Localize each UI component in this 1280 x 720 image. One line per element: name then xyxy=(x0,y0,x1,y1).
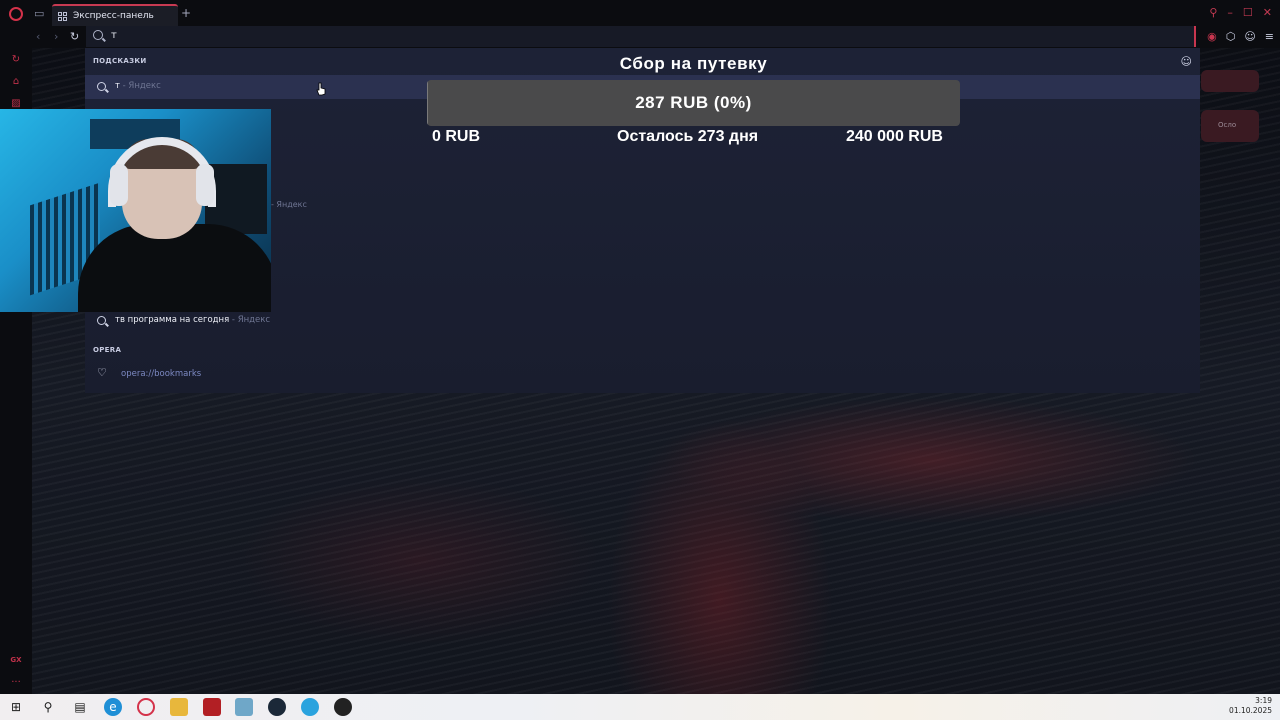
opera-logo-icon[interactable] xyxy=(9,7,23,21)
title-bar: ▭ Экспресс-панель + ⚲ – ☐ ✕ xyxy=(0,0,1280,28)
notepad-icon[interactable] xyxy=(235,698,253,716)
heart-icon: ♡ xyxy=(97,366,107,379)
hand-cursor-icon xyxy=(316,82,326,96)
opera-gx-icon[interactable] xyxy=(137,698,155,716)
address-input[interactable]: т xyxy=(111,30,117,41)
menu-icon[interactable]: ≡ xyxy=(1265,31,1274,43)
close-button[interactable]: ✕ xyxy=(1263,6,1272,20)
hidden-suggestion-source: - Яндекс xyxy=(271,200,307,209)
goal-max-amount: 240 000 RUB xyxy=(846,128,943,145)
toolbar-right: ◉ ⬡ ☺ ≡ xyxy=(1207,31,1274,43)
gx-label[interactable]: GX xyxy=(10,654,22,666)
webcam-headphone-cup xyxy=(196,164,214,206)
goal-min-amount: 0 RUB xyxy=(432,128,481,145)
window-controls: ⚲ – ☐ ✕ xyxy=(1209,6,1272,20)
speed-dial-tile[interactable] xyxy=(1201,70,1259,92)
clock-time: 3:19 xyxy=(1255,696,1272,705)
extensions-icon[interactable]: ⬡ xyxy=(1226,31,1236,43)
new-tab-button[interactable]: + xyxy=(181,7,191,19)
profile-icon[interactable]: ☺ xyxy=(1244,31,1255,43)
webcam-headphone-cup xyxy=(110,164,128,206)
tab-strip-icon[interactable]: ▭ xyxy=(34,8,46,20)
back-icon[interactable]: ‹ xyxy=(36,30,40,44)
search-icon[interactable]: ⚲ xyxy=(39,698,57,716)
goal-current-amount: 287 RUB (0%) xyxy=(635,93,752,112)
address-bar[interactable]: т xyxy=(86,26,1196,47)
tab-label: Экспресс-панель xyxy=(73,11,154,21)
search-icon xyxy=(93,30,103,40)
sidebar-more-icon[interactable]: ... xyxy=(10,674,22,686)
speed-dial-icon xyxy=(58,11,67,21)
maximize-button[interactable]: ☐ xyxy=(1243,6,1253,20)
reload-icon[interactable]: ↻ xyxy=(70,30,79,44)
minimize-button[interactable]: – xyxy=(1227,6,1233,20)
suggestion-source: - Яндекс xyxy=(119,81,161,91)
search-tabs-icon[interactable]: ⚲ xyxy=(1209,6,1217,20)
taskbar-clock[interactable]: 3:19 01.10.2025 xyxy=(1229,696,1272,716)
goal-days-left: Осталось 273 дня xyxy=(617,128,759,145)
obs-icon[interactable] xyxy=(334,698,352,716)
file-explorer-icon[interactable] xyxy=(170,698,188,716)
bookmark-suggestion[interactable]: ♡ opera://bookmarks xyxy=(85,362,1200,386)
goal-title: Сбор на путевку xyxy=(619,54,768,73)
taskbar: ⊞ ⚲ ▤ e 3:19 01.10.2025 xyxy=(0,694,1280,720)
webcam-overlay xyxy=(0,109,271,312)
smiley-icon[interactable]: ☺ xyxy=(1181,55,1192,68)
refresh-icon[interactable]: ↻ xyxy=(10,54,22,66)
search-icon xyxy=(97,82,106,91)
search-icon xyxy=(97,316,106,325)
vpn-icon[interactable]: ◉ xyxy=(1207,31,1217,43)
forward-icon[interactable]: › xyxy=(54,30,58,44)
task-view-icon[interactable]: ▤ xyxy=(71,698,89,716)
tab-speed-dial[interactable]: Экспресс-панель xyxy=(52,4,178,26)
bookmarks-link[interactable]: opera://bookmarks xyxy=(121,369,201,379)
windows-start-icon[interactable]: ⊞ xyxy=(7,698,25,716)
steam-icon[interactable] xyxy=(268,698,286,716)
shop-icon[interactable]: ⌂ xyxy=(10,76,22,88)
suggestion-source: - Яндекс xyxy=(229,315,271,325)
suggestions-section-label: ПОДСКАЗКИ xyxy=(93,57,147,65)
speed-dial-tile-label: Осло xyxy=(1218,121,1237,129)
edge-icon[interactable]: e xyxy=(104,698,122,716)
opera-section-label: OPERA xyxy=(93,346,122,354)
suggestion-text: тв программа на сегодня xyxy=(115,315,230,325)
suggestion-item[interactable]: тв программа на сегодня - Яндекс xyxy=(85,309,1200,333)
dota-icon[interactable] xyxy=(203,698,221,716)
telegram-icon[interactable] xyxy=(301,698,319,716)
clock-date: 01.10.2025 xyxy=(1229,706,1272,715)
goal-progress-bar: 287 RUB (0%) xyxy=(427,80,960,126)
